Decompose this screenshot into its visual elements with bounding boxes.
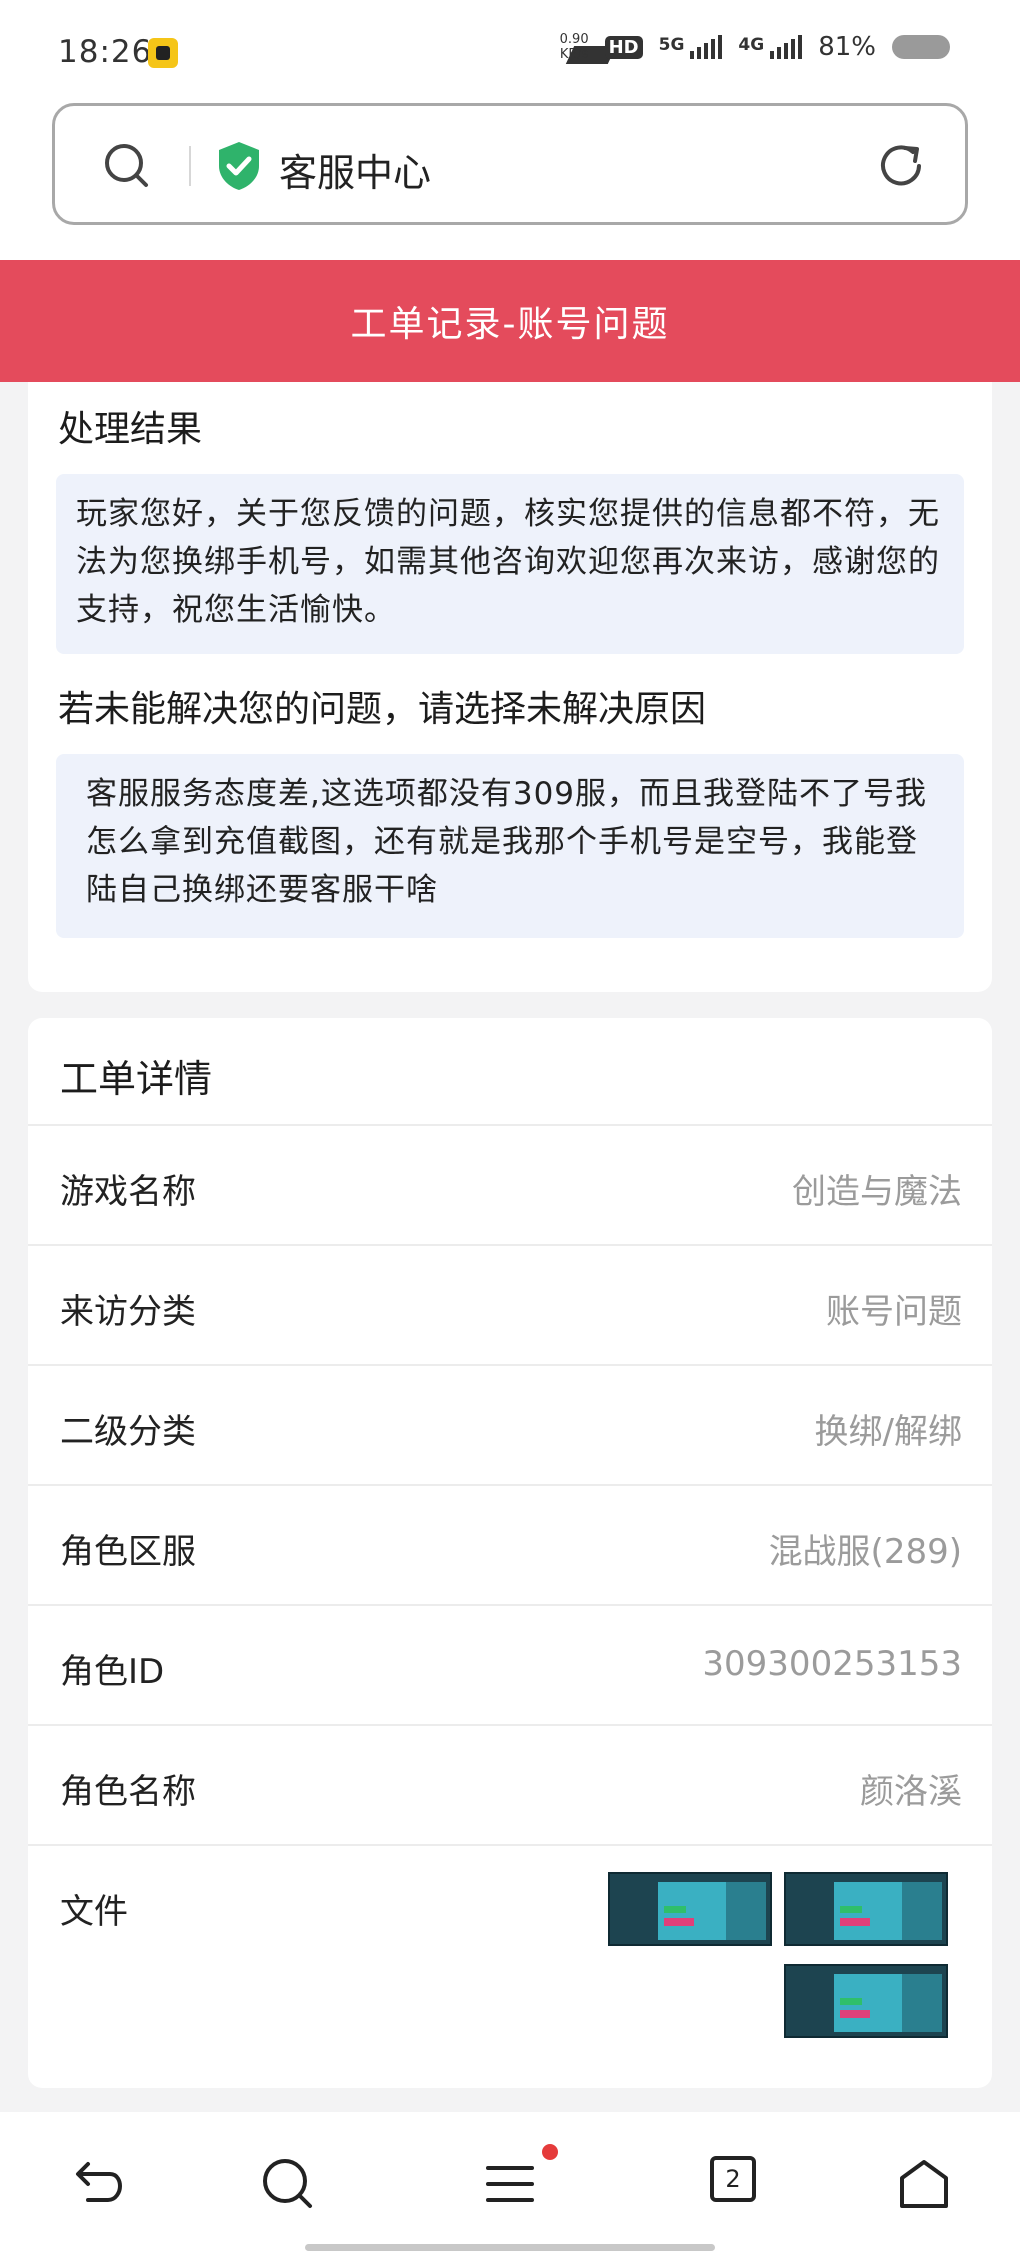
details-title: 工单详情 [60,1057,213,1101]
address-bar[interactable]: 客服中心 [52,103,968,225]
search-icon[interactable] [258,2154,318,2214]
tabs-button[interactable]: 2 [710,2156,756,2202]
back-icon[interactable] [66,2154,126,2214]
file-thumbnail[interactable] [784,1872,948,1946]
detail-row-game: 游戏名称 创造与魔法 [28,1124,992,1244]
unresolved-title: 若未能解决您的问题，请选择未解决原因 [58,689,707,730]
bottom-nav: 2 [0,2112,1020,2255]
clock: 18:26 [58,34,153,70]
detail-row-files: 文件 [28,1844,992,2088]
ticket-header: 工单记录-账号问题 [0,260,1020,382]
menu-icon[interactable] [480,2154,540,2214]
refresh-icon[interactable] [875,140,927,192]
file-thumbnail[interactable] [608,1872,772,1946]
detail-row-role-name: 角色名称 颜洛溪 [28,1724,992,1844]
result-card: 处理结果 玩家您好，关于您反馈的问题，核实您提供的信息都不符，无法为您换绑手机号… [28,382,992,992]
home-icon[interactable] [894,2154,954,2214]
search-icon[interactable] [103,142,149,188]
detail-row-category: 来访分类 账号问题 [28,1244,992,1364]
hd-icon: HD [604,35,643,59]
detail-row-role-id: 角色ID 309300253153 [28,1604,992,1724]
file-thumbnail[interactable] [784,1964,948,2038]
unresolved-reason: 客服服务态度差,这选项都没有309服，而且我登陆不了号我怎么拿到充值截图，还有就… [56,754,964,938]
divider [189,146,191,186]
home-indicator [305,2244,715,2251]
status-icons: 0.90 KB/s HD 5G 4G 81% [560,32,950,62]
notification-badge [542,2144,558,2160]
app-notification-icon [148,38,178,68]
address-bar-area: 客服中心 [0,100,1020,260]
network-speed: 0.90 KB/s [559,32,589,62]
details-card: 工单详情 游戏名称 创造与魔法 来访分类 账号问题 二级分类 换绑/解绑 角色区… [28,1018,992,2088]
battery-icon [892,35,950,59]
signal-5g-icon: 5G [659,35,723,59]
page-title: 客服中心 [279,151,432,195]
detail-row-subcategory: 二级分类 换绑/解绑 [28,1364,992,1484]
detail-row-server: 角色区服 混战服(289) [28,1484,992,1604]
secure-shield-icon [219,142,259,190]
result-message: 玩家您好，关于您反馈的问题，核实您提供的信息都不符，无法为您换绑手机号，如需其他… [56,474,964,654]
signal-4g-icon: 4G [738,35,803,59]
battery-percent: 81% [818,32,876,62]
result-title: 处理结果 [58,409,203,450]
status-bar: 18:26 0.90 KB/s HD 5G 4G 81% [0,0,1020,100]
